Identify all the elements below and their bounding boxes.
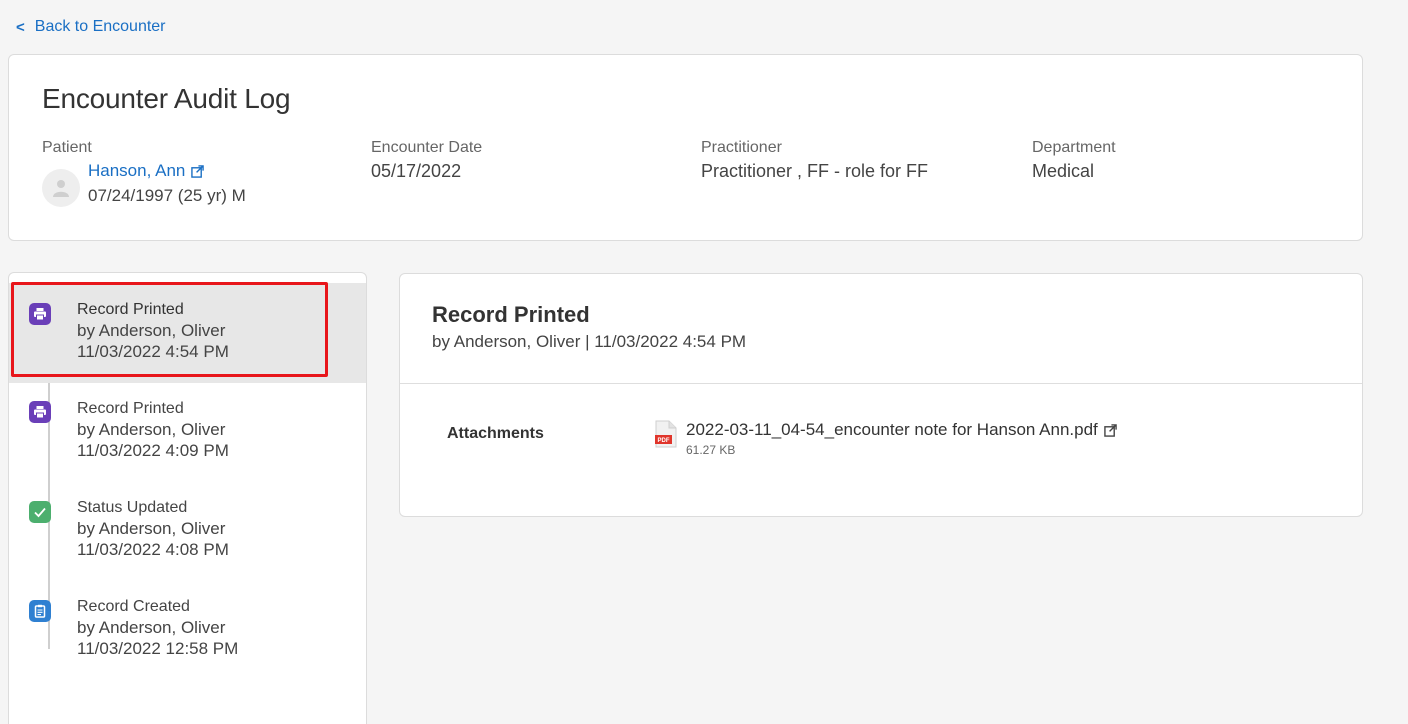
patient-dob: 07/24/1997 (25 yr) M [88, 186, 246, 205]
encounter-header-card: Encounter Audit Log Patient Hanson, Ann … [8, 54, 1363, 241]
timeline-item[interactable]: Record Printed by Anderson, Oliver 11/03… [9, 283, 366, 383]
external-link-icon [191, 164, 205, 178]
divider [400, 383, 1362, 384]
audit-timeline: Record Printed by Anderson, Oliver 11/03… [8, 272, 367, 724]
practitioner-section: Practitioner Practitioner , FF - role fo… [701, 139, 928, 182]
timeline-item-time: 11/03/2022 4:09 PM [77, 441, 229, 460]
attachment-link[interactable]: 2022-03-11_04-54_encounter note for Hans… [686, 420, 1117, 440]
timeline-item-title: Record Printed [77, 301, 184, 318]
check-icon [29, 501, 51, 523]
detail-title: Record Printed [432, 302, 590, 327]
practitioner-value: Practitioner , FF - role for FF [701, 161, 929, 181]
department-label: Department [1032, 139, 1116, 156]
external-link-icon [1104, 423, 1117, 437]
practitioner-label: Practitioner [701, 139, 782, 156]
event-detail-card: Record Printed by Anderson, Oliver | 11/… [399, 273, 1363, 517]
timeline-item-title: Record Created [77, 598, 190, 615]
patient-label: Patient [42, 139, 92, 156]
clipboard-icon [29, 600, 51, 622]
timeline-item-time: 11/03/2022 4:54 PM [77, 342, 229, 361]
printer-icon [29, 303, 51, 325]
encounter-date-value: 05/17/2022 [371, 161, 462, 181]
back-link-label: Back to Encounter [34, 18, 166, 35]
timeline-item[interactable]: Record Created by Anderson, Oliver 11/03… [9, 583, 366, 683]
person-icon [53, 180, 69, 197]
timeline-item-user: by Anderson, Oliver [77, 519, 226, 538]
timeline-item-user: by Anderson, Oliver [77, 420, 226, 439]
page-title: Encounter Audit Log [42, 83, 291, 114]
attachment-item: PDF 2022-03-11_04-54_encounter note for … [655, 420, 1117, 457]
patient-section: Patient Hanson, Ann 07/24/1997 (25 yr) M [42, 139, 246, 207]
timeline-item-time: 11/03/2022 12:58 PM [77, 639, 239, 658]
patient-name: Hanson, Ann [88, 161, 186, 180]
attachments-label: Attachments [447, 425, 544, 442]
attachment-file-size: 61.27 KB [686, 443, 736, 457]
timeline-item-user: by Anderson, Oliver [77, 321, 226, 340]
chevron-left-icon: < [16, 18, 25, 36]
patient-name-link[interactable]: Hanson, Ann [88, 161, 246, 181]
back-to-encounter-link[interactable]: < Back to Encounter [16, 18, 166, 36]
detail-subtitle: by Anderson, Oliver | 11/03/2022 4:54 PM [432, 332, 747, 351]
timeline-item-time: 11/03/2022 4:08 PM [77, 540, 229, 559]
timeline-item[interactable]: Record Printed by Anderson, Oliver 11/03… [9, 383, 366, 483]
pdf-icon: PDF [655, 420, 677, 448]
timeline-item-user: by Anderson, Oliver [77, 618, 226, 637]
department-section: Department Medical [1032, 139, 1116, 182]
avatar [42, 169, 80, 207]
department-value: Medical [1032, 161, 1095, 181]
encounter-date-section: Encounter Date 05/17/2022 [371, 139, 482, 182]
encounter-date-label: Encounter Date [371, 139, 483, 156]
timeline-item[interactable]: Status Updated by Anderson, Oliver 11/03… [9, 483, 366, 583]
attachment-file-name: 2022-03-11_04-54_encounter note for Hans… [686, 420, 1098, 439]
svg-text:PDF: PDF [658, 438, 670, 444]
timeline-item-title: Status Updated [77, 499, 188, 516]
printer-icon [29, 401, 51, 423]
timeline-item-title: Record Printed [77, 400, 184, 417]
